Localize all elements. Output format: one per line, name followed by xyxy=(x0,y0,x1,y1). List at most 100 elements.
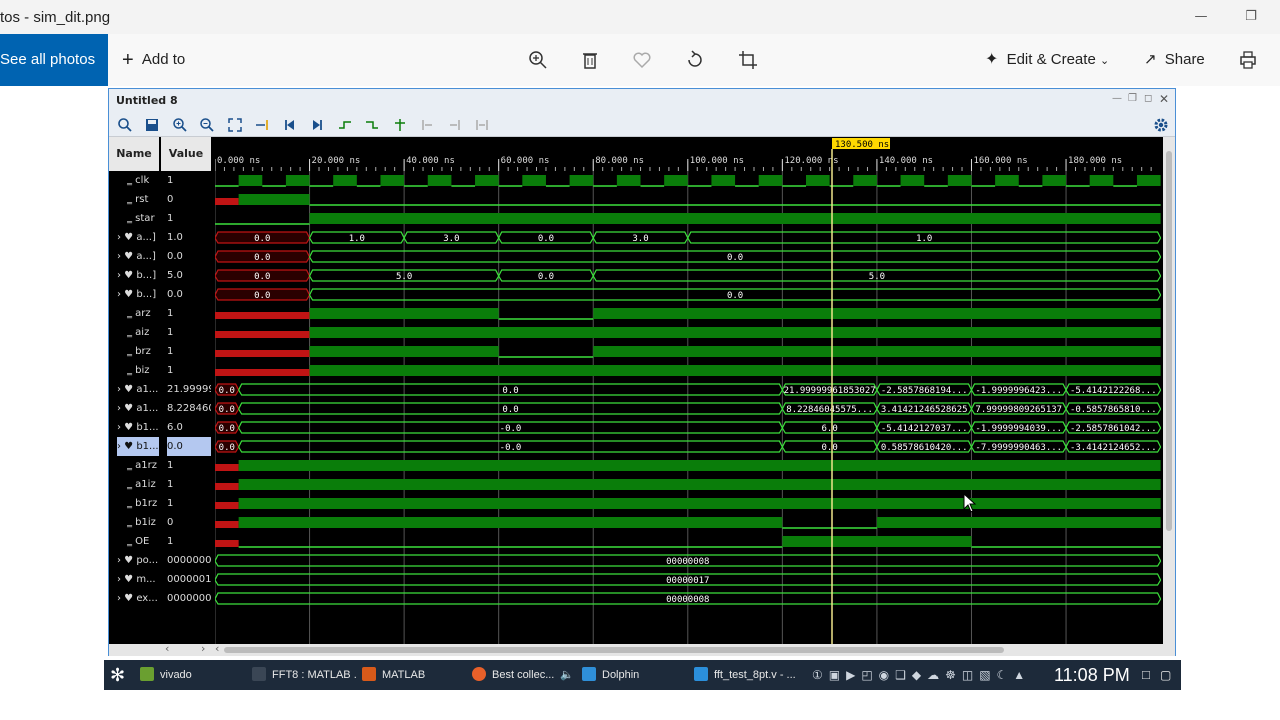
signal-name[interactable]: › ♥ b...] xyxy=(117,285,159,304)
scroll-right-icon[interactable]: › xyxy=(201,642,205,655)
minimize-button[interactable]: — xyxy=(1190,6,1212,28)
edit-create-button[interactable]: ✦ Edit & Create ⌄ xyxy=(985,34,1109,86)
signal-name[interactable]: › ♥ a1... xyxy=(117,399,159,418)
waveform-undefined xyxy=(215,502,239,509)
bus-value-label: 0.58578610420... xyxy=(881,443,968,453)
signal-name[interactable]: ‗ OE xyxy=(127,532,159,551)
time-tick-label: 120.000 ns xyxy=(784,156,838,166)
signal-name[interactable]: ‗ biz xyxy=(127,361,159,380)
search-icon[interactable] xyxy=(117,117,133,133)
signal-name[interactable]: ‗ star xyxy=(127,209,159,228)
signal-name[interactable]: › ♥ a1... xyxy=(117,380,159,399)
signal-name[interactable]: ‗ b1rz xyxy=(127,494,159,513)
delete-icon[interactable] xyxy=(580,50,600,70)
scroll-left-icon[interactable]: ‹ xyxy=(165,642,169,655)
bus-value-label: 0.0 xyxy=(538,234,554,244)
signal-name[interactable]: ‗ a1rz xyxy=(127,456,159,475)
vscode-icon xyxy=(694,667,708,681)
zoom-in-icon[interactable] xyxy=(528,50,548,70)
signal-value: 1 xyxy=(167,536,174,547)
taskbar-item-vscode[interactable]: fft_test_8pt.v - ... xyxy=(694,660,804,690)
app-launcher-icon[interactable]: ✻ xyxy=(110,660,125,690)
go-to-cursor-icon[interactable] xyxy=(254,117,270,133)
favorite-heart-icon[interactable] xyxy=(632,50,652,70)
waveform-canvas[interactable]: 0.000 ns 20.000 ns 40.000 ns 60.000 ns 80.00… xyxy=(215,137,1161,644)
vertical-scrollbar[interactable] xyxy=(1163,137,1175,644)
rotate-icon[interactable] xyxy=(685,50,705,70)
bus-value-label: 7.99999809265137 xyxy=(975,405,1062,415)
show-desktop-icon[interactable]: □ xyxy=(1142,660,1150,690)
zoom-fit-icon[interactable] xyxy=(227,117,243,133)
crop-icon[interactable] xyxy=(738,50,758,70)
bus-value-label: 0.0 xyxy=(822,443,838,453)
signal-name[interactable]: ‗ clk xyxy=(127,171,159,190)
waveform-undefined xyxy=(215,312,310,319)
system-tray-icons[interactable]: ①▣▶◰◉❑◆☁☸◫▧☾▲ xyxy=(812,660,1031,690)
clock[interactable]: 11:08 PM xyxy=(1054,660,1130,690)
signal-name[interactable]: › ♥ b1... xyxy=(117,437,159,456)
print-icon[interactable] xyxy=(1238,50,1258,70)
taskbar-item-vivado[interactable]: vivado xyxy=(140,660,244,690)
bus-value-label: 0.0 xyxy=(219,424,235,434)
signal-name[interactable]: › ♥ ex... xyxy=(117,589,159,608)
terminal-icon xyxy=(252,667,266,681)
waveform-high xyxy=(758,175,783,186)
restore-button[interactable]: ❐ xyxy=(1240,6,1262,28)
waveform-undefined xyxy=(215,483,239,490)
go-to-start-icon[interactable] xyxy=(282,117,298,133)
see-all-photos-button[interactable]: See all photos xyxy=(0,34,108,86)
signal-name[interactable]: › ♥ b...] xyxy=(117,266,159,285)
go-to-end-icon[interactable] xyxy=(309,117,325,133)
bus-value-label: -2.5857868194... xyxy=(881,386,968,396)
signal-name[interactable]: › ♥ b1... xyxy=(117,418,159,437)
signal-name[interactable]: › ♥ a...] xyxy=(117,247,159,266)
previous-marker-icon[interactable] xyxy=(419,117,435,133)
next-marker-icon[interactable] xyxy=(447,117,463,133)
zoom-out-icon[interactable] xyxy=(199,117,215,133)
bus-value-label: 0.0 xyxy=(502,386,518,396)
desktop-icon[interactable]: ▢ xyxy=(1160,660,1171,690)
waveform-area[interactable]: 0.000 ns 20.000 ns 40.000 ns 60.000 ns 80.00… xyxy=(215,137,1161,644)
name-column-header[interactable]: Name xyxy=(109,137,159,171)
signal-name[interactable]: ‗ aiz xyxy=(127,323,159,342)
signal-name[interactable]: › ♥ m... xyxy=(117,570,159,589)
save-icon[interactable] xyxy=(144,117,160,133)
maximize-icon[interactable]: ◻ xyxy=(1144,93,1152,104)
taskbar-item-dolphin[interactable]: Dolphin xyxy=(582,660,686,690)
restore-icon[interactable]: ❐ xyxy=(1128,93,1137,104)
scrollbar-thumb[interactable] xyxy=(224,647,1004,653)
bus-value-label: 1.0 xyxy=(349,234,365,244)
add-to-button[interactable]: + Add to xyxy=(122,34,185,86)
previous-transition-icon[interactable] xyxy=(337,117,353,133)
close-icon[interactable]: ✕ xyxy=(1159,92,1169,106)
minimize-icon[interactable]: — xyxy=(1112,93,1122,104)
signal-name[interactable]: ‗ arz xyxy=(127,304,159,323)
taskbar-item-matlab[interactable]: MATLAB xyxy=(362,660,462,690)
zoom-in-icon[interactable] xyxy=(172,117,188,133)
scroll-left-icon[interactable]: ‹ xyxy=(215,642,219,655)
window-title: tos - sim_dit.png xyxy=(0,9,111,26)
add-marker-icon[interactable] xyxy=(392,117,408,133)
signal-value: 1 xyxy=(167,308,174,319)
taskbar-item-fft8-matlab[interactable]: FFT8 : MATLAB ... xyxy=(252,660,356,690)
signal-value: 1.0 xyxy=(167,232,183,243)
speaker-icon[interactable]: 🔈 xyxy=(560,660,574,690)
next-transition-icon[interactable] xyxy=(364,117,380,133)
signal-name[interactable]: › ♥ po... xyxy=(117,551,159,570)
signal-name[interactable]: ‗ a1iz xyxy=(127,475,159,494)
photos-title-bar: tos - sim_dit.png — ❐ xyxy=(0,0,1280,34)
bus-value-label: 0.0 xyxy=(219,386,235,396)
signal-value: 1 xyxy=(167,346,174,357)
scrollbar-thumb[interactable] xyxy=(1166,151,1172,531)
value-column-header[interactable]: Value xyxy=(161,137,211,171)
horizontal-scrollbar[interactable]: ‹ › ‹ xyxy=(109,642,1175,656)
bus-value-label: -1.9999994039... xyxy=(975,424,1062,434)
signal-name[interactable]: ‗ brz xyxy=(127,342,159,361)
signal-name[interactable]: ‗ b1iz xyxy=(127,513,159,532)
settings-gear-icon[interactable] xyxy=(1153,117,1169,133)
swap-cursors-icon[interactable] xyxy=(474,117,490,133)
signal-name[interactable]: ‗ rst xyxy=(127,190,159,209)
signal-name[interactable]: › ♥ a...] xyxy=(117,228,159,247)
waveform-high xyxy=(238,498,1161,509)
share-button[interactable]: ↗ Share xyxy=(1144,34,1205,86)
